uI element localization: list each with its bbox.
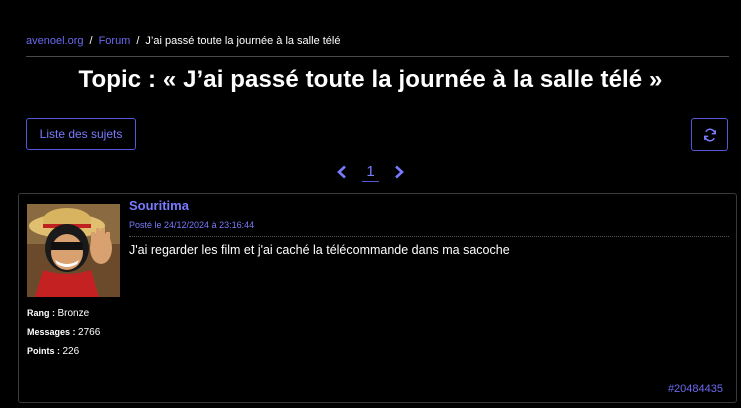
breadcrumb-site-link[interactable]: avenoel.org (26, 35, 84, 47)
messages-row: Messages : 2766 (27, 323, 100, 342)
messages-label: Messages : (27, 327, 79, 337)
points-value: 226 (62, 346, 80, 357)
pagination: 1 (0, 160, 741, 184)
user-stats: Rang : Bronze Messages : 2766 Points : 2… (27, 304, 100, 361)
refresh-icon (703, 128, 716, 141)
topic-list-button[interactable]: Liste des sujets (26, 118, 136, 150)
rank-label: Rang : (27, 308, 58, 318)
breadcrumb-separator: / (136, 35, 140, 47)
breadcrumb-current: J’ai passé toute la journée à la salle t… (145, 35, 341, 47)
post-id-link[interactable]: #20484435 (668, 383, 723, 395)
points-row: Points : 226 (27, 342, 100, 361)
forum-post: Rang : Bronze Messages : 2766 Points : 2… (18, 193, 737, 403)
points-label: Points : (27, 346, 63, 356)
header-divider (26, 56, 729, 57)
chevron-left-icon[interactable] (336, 165, 348, 179)
rank-value: Bronze (57, 308, 90, 319)
post-author[interactable]: Souritima (129, 198, 189, 213)
breadcrumb-forum-link[interactable]: Forum (99, 35, 131, 47)
post-divider (129, 236, 729, 237)
breadcrumb-separator: / (89, 35, 93, 47)
post-message: J'ai regarder les film et j'ai caché la … (129, 243, 510, 257)
chevron-right-icon[interactable] (393, 165, 405, 179)
refresh-button[interactable] (691, 118, 728, 151)
page-title: Topic : « J’ai passé toute la journée à … (78, 66, 663, 93)
avatar[interactable] (27, 204, 120, 297)
breadcrumb: avenoel.org / Forum / J’ai passé toute la jo… (26, 35, 340, 47)
current-page[interactable]: 1 (362, 163, 379, 182)
post-date[interactable]: Posté le 24/12/2024 à 23:16:44 (129, 220, 254, 230)
rank-row: Rang : Bronze (27, 304, 100, 323)
messages-value: 2766 (78, 327, 101, 338)
